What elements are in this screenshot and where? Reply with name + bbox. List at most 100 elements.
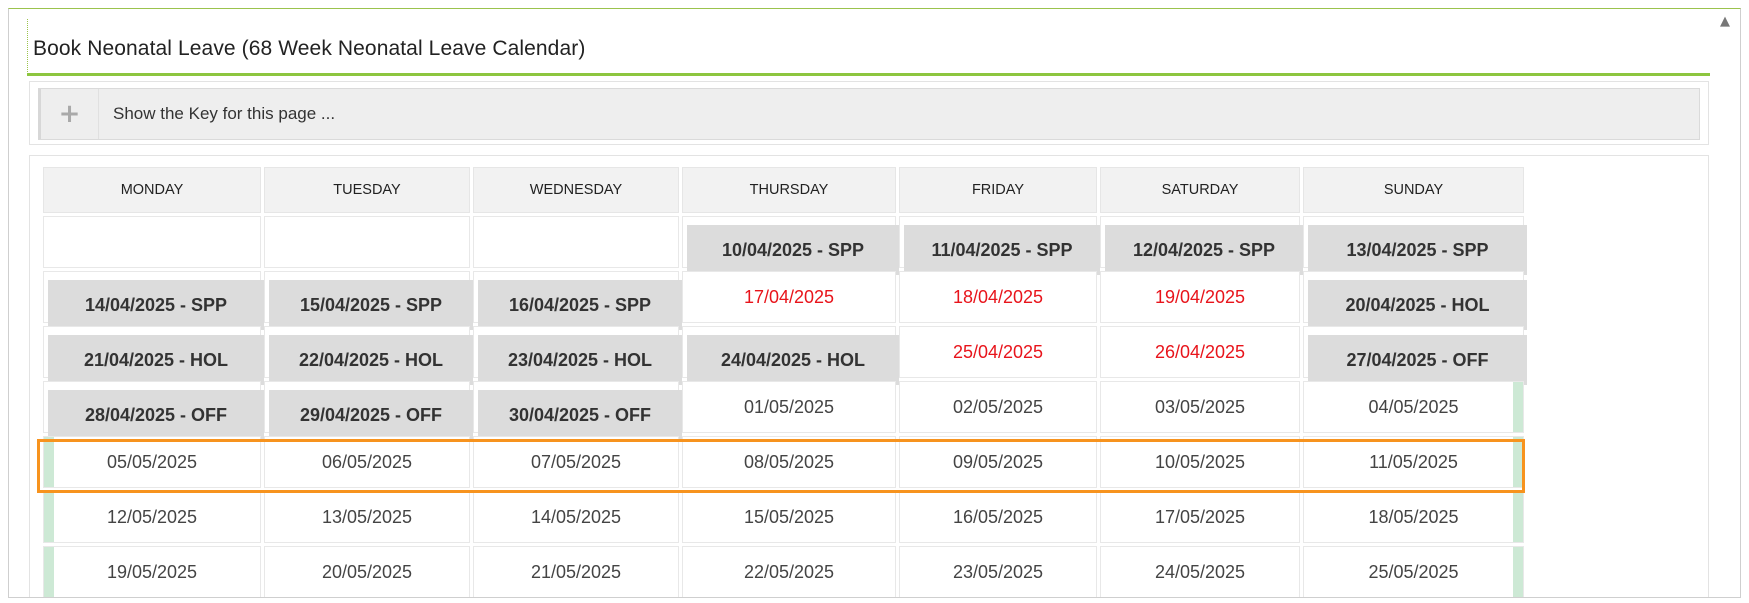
booked-leave-label: 21/04/2025 - HOL: [48, 335, 264, 385]
calendar-body: 10/04/2025 - SPP 11/04/2025 - SPP 12/04/20…: [43, 216, 1527, 597]
calendar-day-cell[interactable]: 01/05/2025: [682, 381, 896, 433]
calendar-day-cell[interactable]: 26/04/2025: [1100, 326, 1300, 378]
booked-leave-label: 24/04/2025 - HOL: [687, 335, 899, 385]
weekday-header-wednesday: WEDNESDAY: [473, 167, 679, 213]
key-toggle-label[interactable]: Show the Key for this page ...: [99, 104, 335, 124]
date-label: 23/05/2025: [952, 561, 1044, 582]
weekday-header-sunday: SUNDAY: [1303, 167, 1524, 213]
date-label: [474, 217, 678, 267]
calendar-day-cell[interactable]: 19/05/2025: [43, 546, 261, 597]
calendar-empty-cell: [264, 216, 470, 268]
calendar-day-cell[interactable]: 05/05/2025: [43, 436, 261, 488]
bank-holiday-date: 26/04/2025: [1154, 341, 1246, 362]
bank-holiday-date: 19/04/2025: [1154, 286, 1246, 307]
weekday-header-row: MONDAY TUESDAY WEDNESDAY THURSDAY FRIDAY SATU…: [43, 167, 1524, 213]
calendar-day-cell[interactable]: 14/05/2025: [473, 491, 679, 543]
scroll-up-arrow-icon[interactable]: ▲: [1718, 15, 1732, 29]
booked-leave-label: 11/04/2025 - SPP: [904, 225, 1100, 275]
bank-holiday-date: 18/04/2025: [952, 286, 1044, 307]
date-label: 01/05/2025: [743, 396, 835, 417]
bank-holiday-date: 17/04/2025: [743, 286, 835, 307]
date-label: 06/05/2025: [321, 451, 413, 472]
date-label: 17/05/2025: [1154, 506, 1246, 527]
calendar-empty-cell: [43, 216, 261, 268]
booked-leave-label: 30/04/2025 - OFF: [478, 390, 682, 440]
key-panel: + Show the Key for this page ...: [29, 81, 1709, 145]
calendar-day-cell[interactable]: 30/04/2025 - OFF: [473, 381, 682, 440]
booked-leave-label: 20/04/2025 - HOL: [1308, 280, 1527, 330]
booked-leave-label: 10/04/2025 - SPP: [687, 225, 899, 275]
calendar-day-cell[interactable]: 12/04/2025 - SPP: [1100, 216, 1303, 275]
calendar-day-cell[interactable]: 29/04/2025 - OFF: [264, 381, 473, 440]
calendar-day-cell[interactable]: 20/04/2025 - HOL: [1303, 271, 1527, 330]
calendar-day-cell[interactable]: 10/05/2025: [1100, 436, 1300, 488]
date-label: 03/05/2025: [1154, 396, 1246, 417]
date-label: 13/05/2025: [321, 506, 413, 527]
calendar-day-cell[interactable]: 24/04/2025 - HOL: [682, 326, 899, 385]
calendar-day-cell[interactable]: 27/04/2025 - OFF: [1303, 326, 1527, 385]
calendar-day-cell[interactable]: 16/04/2025 - SPP: [473, 271, 682, 330]
calendar-day-cell[interactable]: 24/05/2025: [1100, 546, 1300, 597]
date-label: 09/05/2025: [952, 451, 1044, 472]
calendar-day-cell[interactable]: 10/04/2025 - SPP: [682, 216, 899, 275]
date-label: 02/05/2025: [952, 396, 1044, 417]
weekday-header-thursday: THURSDAY: [682, 167, 896, 213]
date-label: 21/05/2025: [530, 561, 622, 582]
calendar-week-row: 05/05/2025 06/05/2025 07/05/2025 08/05/2025…: [43, 436, 1524, 488]
calendar-day-cell[interactable]: 16/05/2025: [899, 491, 1097, 543]
calendar-day-cell[interactable]: 13/04/2025 - SPP: [1303, 216, 1527, 275]
booked-leave-label: 16/04/2025 - SPP: [478, 280, 682, 330]
calendar-day-cell[interactable]: 23/05/2025: [899, 546, 1097, 597]
booked-leave-label: 23/04/2025 - HOL: [478, 335, 682, 385]
calendar-day-cell[interactable]: 22/04/2025 - HOL: [264, 326, 473, 385]
weekday-header-tuesday: TUESDAY: [264, 167, 470, 213]
date-label: 04/05/2025: [1368, 396, 1459, 417]
calendar-week-row: 10/04/2025 - SPP 11/04/2025 - SPP 12/04/20…: [43, 216, 1527, 275]
calendar-day-cell[interactable]: 20/05/2025: [264, 546, 470, 597]
calendar-day-cell[interactable]: 21/05/2025: [473, 546, 679, 597]
weekday-header-monday: MONDAY: [43, 167, 261, 213]
calendar-day-cell[interactable]: 18/05/2025: [1303, 491, 1524, 543]
calendar-day-cell[interactable]: 07/05/2025: [473, 436, 679, 488]
calendar-day-cell[interactable]: 03/05/2025: [1100, 381, 1300, 433]
date-label: 25/05/2025: [1368, 561, 1459, 582]
booked-leave-label: 22/04/2025 - HOL: [269, 335, 473, 385]
calendar-day-cell[interactable]: 08/05/2025: [682, 436, 896, 488]
date-label: 18/05/2025: [1368, 506, 1459, 527]
calendar-week-row: 14/04/2025 - SPP 15/04/2025 - SPP 16/04/20…: [43, 271, 1527, 330]
calendar-day-cell[interactable]: 11/05/2025: [1303, 436, 1524, 488]
calendar-day-cell[interactable]: 09/05/2025: [899, 436, 1097, 488]
calendar-day-cell[interactable]: 21/04/2025 - HOL: [43, 326, 264, 385]
date-label: 19/05/2025: [106, 561, 198, 582]
booked-leave-label: 12/04/2025 - SPP: [1105, 225, 1303, 275]
calendar-day-cell[interactable]: 25/05/2025: [1303, 546, 1524, 597]
calendar-empty-cell: [473, 216, 679, 268]
calendar-day-cell[interactable]: 15/05/2025: [682, 491, 896, 543]
key-toggle-bar[interactable]: + Show the Key for this page ...: [38, 88, 1700, 140]
calendar-day-cell[interactable]: 11/04/2025 - SPP: [899, 216, 1100, 275]
calendar-day-cell[interactable]: 02/05/2025: [899, 381, 1097, 433]
calendar-day-cell[interactable]: 25/04/2025: [899, 326, 1097, 378]
date-label: 14/05/2025: [530, 506, 622, 527]
calendar-day-cell[interactable]: 06/05/2025: [264, 436, 470, 488]
calendar-day-cell[interactable]: 13/05/2025: [264, 491, 470, 543]
plus-icon[interactable]: +: [41, 89, 99, 139]
calendar-day-cell[interactable]: 14/04/2025 - SPP: [43, 271, 264, 330]
calendar-day-cell[interactable]: 15/04/2025 - SPP: [264, 271, 473, 330]
calendar-day-cell[interactable]: 19/04/2025: [1100, 271, 1300, 323]
calendar-day-cell[interactable]: 12/05/2025: [43, 491, 261, 543]
calendar-day-cell[interactable]: 17/04/2025: [682, 271, 896, 323]
calendar-day-cell[interactable]: 28/04/2025 - OFF: [43, 381, 264, 440]
bank-holiday-date: 25/04/2025: [952, 341, 1044, 362]
calendar-day-cell[interactable]: 23/04/2025 - HOL: [473, 326, 682, 385]
date-label: [265, 217, 469, 267]
calendar-day-cell[interactable]: 17/05/2025: [1100, 491, 1300, 543]
booked-leave-label: 28/04/2025 - OFF: [48, 390, 264, 440]
date-label: [44, 217, 260, 267]
calendar-day-cell[interactable]: 18/04/2025: [899, 271, 1097, 323]
calendar-day-cell[interactable]: 22/05/2025: [682, 546, 896, 597]
date-label: 07/05/2025: [530, 451, 622, 472]
page-title: Book Neonatal Leave (68 Week Neonatal Le…: [33, 37, 586, 60]
booked-leave-label: 13/04/2025 - SPP: [1308, 225, 1527, 275]
calendar-day-cell[interactable]: 04/05/2025: [1303, 381, 1524, 433]
